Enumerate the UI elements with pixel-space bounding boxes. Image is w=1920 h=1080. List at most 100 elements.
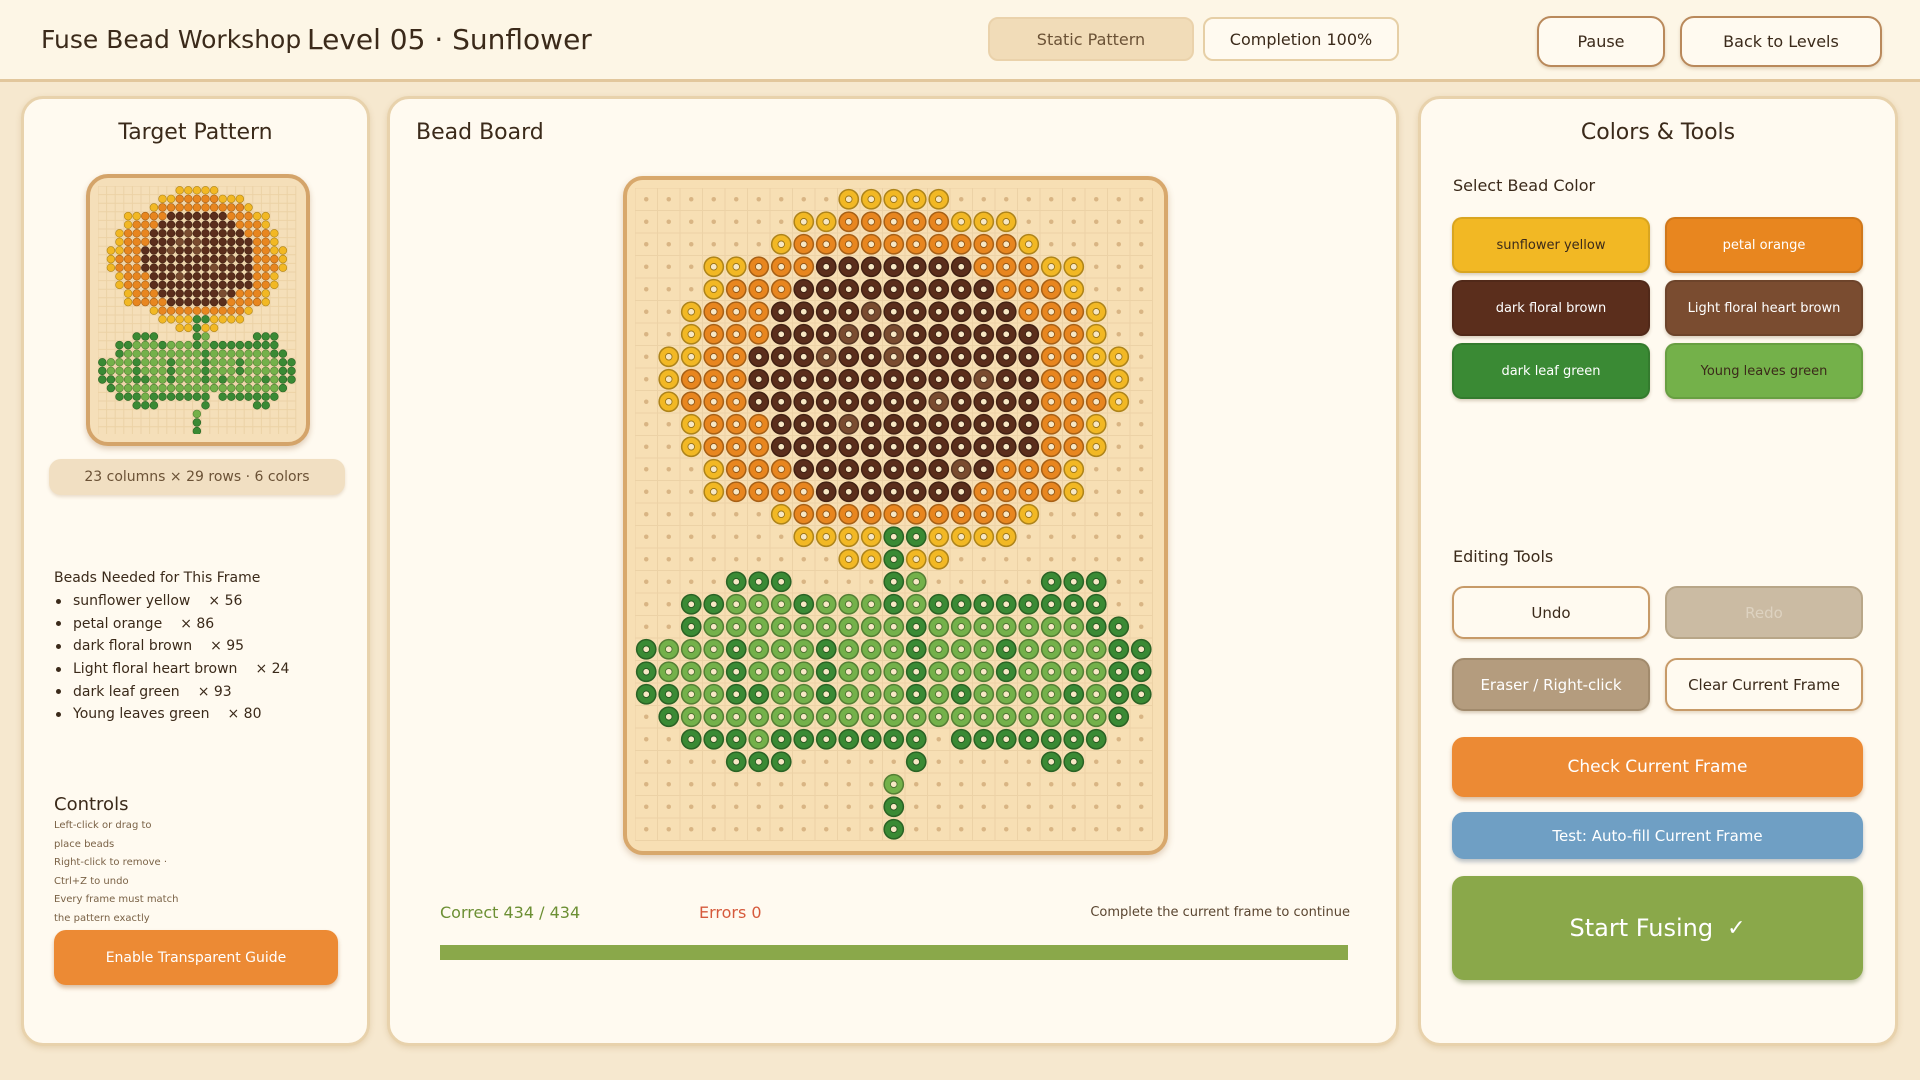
bead[interactable] <box>261 383 270 393</box>
bead[interactable] <box>115 375 124 384</box>
bead[interactable] <box>235 194 245 204</box>
bead[interactable] <box>218 237 227 247</box>
empty-peg[interactable] <box>1116 759 1122 765</box>
empty-peg[interactable] <box>846 782 852 787</box>
empty-peg[interactable] <box>959 557 964 562</box>
bead[interactable] <box>218 211 227 221</box>
empty-peg[interactable] <box>1026 827 1032 832</box>
bead[interactable] <box>158 246 167 255</box>
bead[interactable] <box>201 211 210 221</box>
bead[interactable] <box>132 254 141 264</box>
bead[interactable] <box>115 272 124 281</box>
empty-peg[interactable] <box>666 197 672 202</box>
bead[interactable] <box>184 289 193 298</box>
empty-peg[interactable] <box>644 489 649 495</box>
bead[interactable] <box>218 220 227 229</box>
bead[interactable] <box>192 263 202 272</box>
color-button-dark-floral-brown[interactable]: dark floral brown <box>1452 280 1650 336</box>
bead[interactable] <box>201 349 210 358</box>
bead[interactable] <box>166 297 176 307</box>
bead[interactable] <box>123 358 133 367</box>
empty-peg[interactable] <box>891 759 897 765</box>
bead[interactable] <box>227 211 236 221</box>
empty-peg[interactable] <box>959 197 964 202</box>
empty-peg[interactable] <box>936 579 942 585</box>
bead[interactable] <box>158 289 167 298</box>
empty-peg[interactable] <box>936 737 942 742</box>
bead[interactable] <box>166 280 176 290</box>
bead[interactable] <box>235 280 245 290</box>
bead[interactable] <box>141 272 150 281</box>
bead[interactable] <box>132 383 141 393</box>
bead[interactable] <box>158 280 167 290</box>
bead[interactable] <box>261 211 270 221</box>
bead[interactable] <box>149 358 159 367</box>
bead[interactable] <box>270 246 279 255</box>
empty-peg[interactable] <box>644 309 649 315</box>
empty-peg[interactable] <box>644 197 649 202</box>
bead[interactable] <box>261 237 270 247</box>
bead[interactable] <box>235 220 245 229</box>
bead[interactable] <box>141 392 150 401</box>
empty-peg[interactable] <box>1116 309 1122 315</box>
empty-peg[interactable] <box>644 399 649 405</box>
eraser-button[interactable]: Eraser / Right-click <box>1452 658 1650 711</box>
bead[interactable] <box>270 263 279 272</box>
bead[interactable] <box>227 220 236 229</box>
empty-peg[interactable] <box>1139 782 1144 787</box>
bead[interactable] <box>166 237 176 247</box>
empty-peg[interactable] <box>1071 219 1077 225</box>
empty-peg[interactable] <box>1071 242 1077 247</box>
bead[interactable] <box>252 237 262 247</box>
empty-peg[interactable] <box>824 579 829 585</box>
bead[interactable] <box>175 323 184 333</box>
bead[interactable] <box>261 289 270 298</box>
bead[interactable] <box>244 220 253 229</box>
bead[interactable] <box>218 263 227 272</box>
empty-peg[interactable] <box>689 467 694 472</box>
empty-peg[interactable] <box>869 827 874 832</box>
empty-peg[interactable] <box>801 782 807 787</box>
bead[interactable] <box>192 272 202 281</box>
bead[interactable] <box>227 383 236 393</box>
empty-peg[interactable] <box>689 264 694 270</box>
bead[interactable] <box>209 358 219 367</box>
bead[interactable] <box>244 306 253 315</box>
empty-peg[interactable] <box>1049 197 1054 202</box>
bead[interactable] <box>158 392 167 401</box>
bead[interactable] <box>209 186 219 195</box>
bead[interactable] <box>244 229 253 238</box>
bead[interactable] <box>192 366 202 376</box>
empty-peg[interactable] <box>711 512 717 517</box>
empty-peg[interactable] <box>1094 557 1099 562</box>
bead[interactable] <box>227 375 236 384</box>
bead[interactable] <box>278 263 288 272</box>
bead[interactable] <box>132 392 141 401</box>
empty-peg[interactable] <box>689 579 694 585</box>
bead[interactable] <box>184 306 193 315</box>
bead[interactable] <box>175 306 184 315</box>
bead[interactable] <box>115 246 124 255</box>
bead[interactable] <box>158 237 167 247</box>
bead[interactable] <box>209 220 219 229</box>
empty-peg[interactable] <box>644 534 649 540</box>
bead[interactable] <box>132 297 141 307</box>
empty-peg[interactable] <box>711 782 717 787</box>
bead[interactable] <box>192 194 202 204</box>
empty-peg[interactable] <box>1071 557 1077 562</box>
bead[interactable] <box>166 366 176 376</box>
bead[interactable] <box>115 383 124 393</box>
empty-peg[interactable] <box>1094 534 1099 540</box>
empty-peg[interactable] <box>756 534 762 540</box>
empty-peg[interactable] <box>779 557 784 562</box>
color-button-dark-leaf-green[interactable]: dark leaf green <box>1452 343 1650 399</box>
bead[interactable] <box>115 237 124 247</box>
bead[interactable] <box>192 289 202 298</box>
bead[interactable] <box>149 332 159 341</box>
empty-peg[interactable] <box>756 782 762 787</box>
empty-peg[interactable] <box>644 332 649 337</box>
bead[interactable] <box>287 366 296 376</box>
empty-peg[interactable] <box>644 804 649 810</box>
bead[interactable] <box>184 263 193 272</box>
empty-peg[interactable] <box>1139 444 1144 450</box>
